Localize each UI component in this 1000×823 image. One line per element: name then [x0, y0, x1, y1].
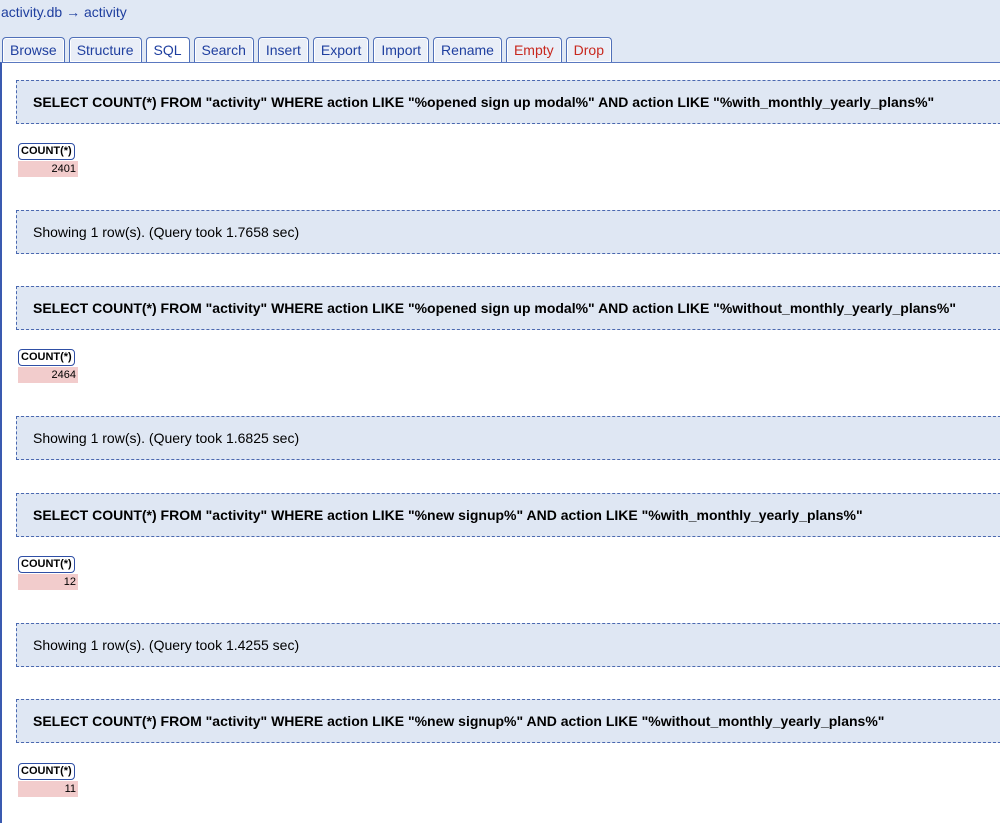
column-header[interactable]: COUNT(*) — [18, 556, 75, 573]
tab-structure[interactable]: Structure — [68, 37, 142, 62]
breadcrumb: activity.db → activity — [1, 4, 127, 20]
result-cell: 2401 — [18, 161, 78, 177]
tab-import[interactable]: Import — [373, 37, 430, 62]
tab-search[interactable]: Search — [193, 37, 254, 62]
tab-insert[interactable]: Insert — [257, 37, 309, 62]
result-cell: 11 — [18, 781, 78, 797]
column-header[interactable]: COUNT(*) — [18, 143, 75, 160]
sql-query: SELECT COUNT(*) FROM "activity" WHERE ac… — [16, 80, 1000, 124]
sql-query: SELECT COUNT(*) FROM "activity" WHERE ac… — [16, 699, 1000, 743]
column-header[interactable]: COUNT(*) — [18, 763, 75, 780]
sql-query: SELECT COUNT(*) FROM "activity" WHERE ac… — [16, 493, 1000, 537]
breadcrumb-db-link[interactable]: activity.db — [1, 4, 62, 20]
tab-empty[interactable]: Empty — [505, 37, 562, 62]
sql-query: SELECT COUNT(*) FROM "activity" WHERE ac… — [16, 286, 1000, 330]
tab-browse[interactable]: Browse — [2, 37, 65, 62]
tab-bar: Browse Structure SQL Search Insert Expor… — [2, 37, 613, 64]
column-header[interactable]: COUNT(*) — [18, 349, 75, 366]
result-cell: 2464 — [18, 367, 78, 383]
tab-sql[interactable]: SQL — [145, 37, 190, 64]
sql-results-panel: SELECT COUNT(*) FROM "activity" WHERE ac… — [0, 62, 1000, 823]
breadcrumb-arrow: → — [66, 4, 81, 20]
tab-rename[interactable]: Rename — [433, 37, 502, 62]
query-status: Showing 1 row(s). (Query took 1.6825 sec… — [16, 416, 1000, 460]
breadcrumb-table-link[interactable]: activity — [84, 4, 127, 20]
query-status: Showing 1 row(s). (Query took 1.4255 sec… — [16, 623, 1000, 667]
tab-drop[interactable]: Drop — [565, 37, 613, 62]
query-status: Showing 1 row(s). (Query took 1.7658 sec… — [16, 210, 1000, 254]
result-cell: 12 — [18, 574, 78, 590]
tab-export[interactable]: Export — [312, 37, 370, 62]
